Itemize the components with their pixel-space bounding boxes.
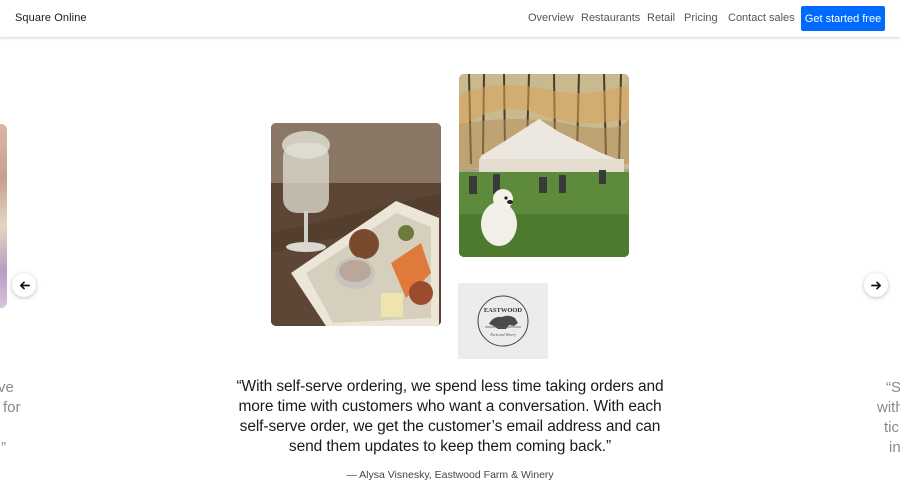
eastwood-logo: EASTWOOD Farm and Winery: [458, 283, 548, 359]
nav-contact-sales[interactable]: Contact sales: [728, 12, 795, 24]
next-slide-text-line: with: [877, 399, 900, 416]
nav-overview[interactable]: Overview: [528, 12, 574, 24]
testimonial-quote: “With self-serve ordering, we spend less…: [236, 378, 664, 455]
carousel-prev-button[interactable]: [12, 273, 36, 297]
svg-text:EASTWOOD: EASTWOOD: [484, 307, 523, 314]
arrow-left-icon: [19, 280, 30, 290]
nav-restaurants[interactable]: Restaurants: [581, 12, 640, 24]
main-nav: Overview Restaurants Retail Pricing Cont…: [0, 12, 900, 26]
get-started-button[interactable]: Get started free: [801, 6, 885, 31]
next-slide-text-line: “S: [886, 379, 900, 396]
previous-slide-text-line: for: [3, 399, 21, 416]
next-slide-text-line: tic: [884, 419, 899, 436]
previous-slide-text-line: .”: [0, 439, 7, 456]
arrow-right-icon: [870, 280, 881, 290]
nav-pricing[interactable]: Pricing: [684, 12, 718, 24]
event-photo: [459, 74, 629, 257]
food-photo: [271, 123, 441, 326]
next-slide-text-line: in: [889, 439, 900, 456]
carousel-next-button[interactable]: [864, 273, 888, 297]
previous-slide-text-line: ve: [0, 379, 14, 396]
nav-retail[interactable]: Retail: [647, 12, 675, 24]
previous-slide-image: [0, 124, 7, 308]
svg-text:Farm and Winery: Farm and Winery: [489, 333, 516, 337]
testimonial-attribution: — Alysa Visnesky, Eastwood Farm & Winery: [346, 469, 554, 481]
site-header: Square Online Overview Restaurants Retai…: [0, 0, 900, 37]
